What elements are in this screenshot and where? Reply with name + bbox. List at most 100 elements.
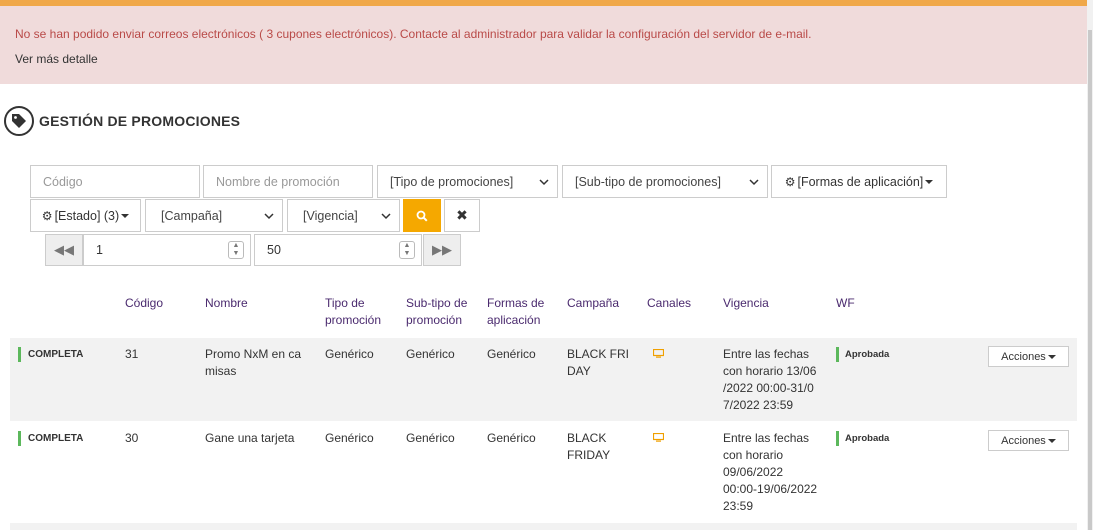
cell-nombre: Gane una tarjeta <box>205 431 295 445</box>
campana-value: [Campaña] <box>161 208 223 223</box>
search-icon <box>416 210 428 222</box>
chevron-down-icon <box>749 179 759 186</box>
tipo-promociones-value: [Tipo de promociones] <box>390 174 514 189</box>
double-left-arrow-icon: ◀◀ <box>54 242 74 257</box>
last-page-button[interactable]: ▶▶ <box>423 234 461 266</box>
table-row[interactable]: COMPLETA 31 Promo NxM en ca misas Genéri… <box>10 338 1077 421</box>
cell-campana-line1: BLACK <box>567 431 607 445</box>
cell-nombre-line1: Promo NxM en ca <box>205 347 302 361</box>
page-number-spinner[interactable]: ▲ ▼ <box>228 241 244 259</box>
double-right-arrow-icon: ▶▶ <box>432 242 452 257</box>
caret-down-icon <box>121 213 130 218</box>
wf-status-badge: Aprobada <box>836 347 889 362</box>
vigencia-value: [Vigencia] <box>303 208 358 223</box>
cell-campana-line2: DAY <box>567 364 591 378</box>
cell-campana: BLACK FRI DAY <box>567 346 629 380</box>
wf-status-badge: Aprobada <box>836 431 889 446</box>
cell-vigencia-line1: Entre las fechas <box>723 431 810 445</box>
table-row[interactable]: COMPLETA 30 Gane una tarjeta Genérico Ge… <box>10 422 1077 523</box>
header-nombre[interactable]: Nombre <box>205 295 248 312</box>
monitor-icon <box>653 433 664 442</box>
tag-icon <box>4 106 34 136</box>
cell-formas: Genérico <box>487 431 536 445</box>
page-number-value: 1 <box>96 243 103 257</box>
cell-campana: BLACK FRIDAY <box>567 430 610 464</box>
cell-tipo: Genérico <box>325 431 374 445</box>
page-header: GESTIÓN DE PROMOCIONES <box>4 105 240 137</box>
cell-vigencia-line2: con horario 13/06 <box>723 364 817 378</box>
alert-message: No se han podido enviar correos electrón… <box>15 27 812 41</box>
cell-vigencia-line1: Entre las fechas <box>723 347 810 361</box>
cell-vigencia-line4: 00:00-19/06/2022 <box>723 482 818 496</box>
header-subtipo-line2: promoción <box>406 313 463 327</box>
caret-down-icon <box>1047 354 1056 359</box>
status-badge: COMPLETA <box>18 431 83 446</box>
error-alert: No se han podido enviar correos electrón… <box>0 4 1087 84</box>
clear-filters-button[interactable]: ✖ <box>444 199 480 232</box>
subtipo-promociones-select[interactable]: [Sub-tipo de promociones] <box>562 165 768 198</box>
cell-campana-line2: FRIDAY <box>567 448 611 462</box>
cell-vigencia-line3: /2022 00:00-31/0 <box>723 381 814 395</box>
page-size-spinner[interactable]: ▲ ▼ <box>399 241 415 259</box>
header-formas-line2: aplicación <box>487 313 541 327</box>
cell-vigencia: Entre las fechas con horario 09/06/2022 … <box>723 430 817 515</box>
cell-vigencia-line4: 7/2022 23:59 <box>723 398 794 412</box>
header-codigo[interactable]: Código <box>125 295 163 312</box>
page-size-value: 50 <box>267 243 281 257</box>
campana-select[interactable]: [Campaña] <box>145 199 283 232</box>
formas-aplicacion-label: [Formas de aplicación] <box>797 174 924 189</box>
cell-vigencia-line5: 23:59 <box>723 499 754 513</box>
header-subtipo-line1: Sub-tipo de <box>406 296 468 310</box>
cell-subtipo: Genérico <box>406 347 455 361</box>
header-tipo-line1: Tipo de <box>325 296 365 310</box>
estado-dropdown[interactable]: ⚙ [Estado] (3) <box>30 199 141 232</box>
codigo-input[interactable]: Código <box>30 165 200 198</box>
header-tipo-line2: promoción <box>325 313 382 327</box>
header-campana[interactable]: Campaña <box>567 295 619 312</box>
subtipo-promociones-value: [Sub-tipo de promociones] <box>575 174 721 189</box>
header-subtipo[interactable]: Sub-tipo de promoción <box>406 295 467 329</box>
acciones-button[interactable]: Acciones <box>988 430 1069 451</box>
scrollbar-thumb[interactable] <box>1088 30 1092 530</box>
header-canales[interactable]: Canales <box>647 295 691 312</box>
cell-nombre: Promo NxM en ca misas <box>205 346 301 380</box>
header-wf[interactable]: WF <box>836 295 855 312</box>
header-tipo[interactable]: Tipo de promoción <box>325 295 381 329</box>
cell-campana-line1: BLACK FRI <box>567 347 630 361</box>
chevron-down-icon <box>264 213 274 220</box>
nombre-promocion-input[interactable]: Nombre de promoción <box>203 165 373 198</box>
page-size-input[interactable]: 50 ▲ ▼ <box>254 234 422 266</box>
estado-label: [Estado] (3) <box>54 208 120 223</box>
acciones-label: Acciones <box>1001 350 1046 363</box>
cell-codigo: 31 <box>125 347 139 361</box>
header-formas[interactable]: Formas de aplicación <box>487 295 544 329</box>
tipo-promociones-select[interactable]: [Tipo de promociones] <box>377 165 558 198</box>
page-number-input[interactable]: 1 ▲ ▼ <box>83 234 251 266</box>
page-title: GESTIÓN DE PROMOCIONES <box>39 113 241 129</box>
monitor-icon <box>653 349 664 358</box>
caret-down-icon <box>925 179 934 184</box>
gear-icon: ⚙ <box>41 208 53 223</box>
gear-icon: ⚙ <box>784 174 796 189</box>
cell-nombre-line2: misas <box>205 364 237 378</box>
vigencia-select[interactable]: [Vigencia] <box>287 199 400 232</box>
header-vigencia[interactable]: Vigencia <box>723 295 769 312</box>
header-formas-line1: Formas de <box>487 296 545 310</box>
acciones-button[interactable]: Acciones <box>988 346 1069 367</box>
cell-vigencia-line2: con horario <box>723 448 784 462</box>
next-row-partial <box>10 523 1077 530</box>
cell-subtipo: Genérico <box>406 431 455 445</box>
status-badge: COMPLETA <box>18 347 83 362</box>
cell-formas: Genérico <box>487 347 536 361</box>
formas-aplicacion-dropdown[interactable]: ⚙ [Formas de aplicación] <box>771 165 947 198</box>
first-page-button[interactable]: ◀◀ <box>45 234 83 266</box>
chevron-down-icon <box>539 179 549 186</box>
cell-vigencia: Entre las fechas con horario 13/06 /2022… <box>723 346 816 414</box>
caret-down-icon <box>1047 438 1056 443</box>
acciones-label: Acciones <box>1001 434 1046 447</box>
cell-codigo: 30 <box>125 431 139 445</box>
alert-more-link[interactable]: Ver más detalle <box>15 52 98 66</box>
search-button[interactable] <box>403 199 441 232</box>
close-icon: ✖ <box>456 207 468 223</box>
chevron-down-icon <box>381 213 391 220</box>
